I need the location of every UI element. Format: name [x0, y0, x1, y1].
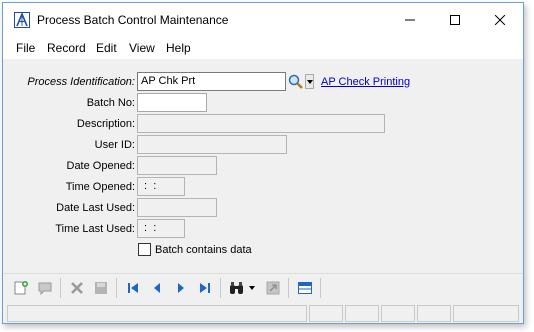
window-title: Process Batch Control Maintenance	[37, 13, 229, 27]
previous-record-button[interactable]	[147, 278, 167, 298]
delete-button[interactable]	[67, 278, 87, 298]
notes-button[interactable]	[35, 278, 55, 298]
lookup-button[interactable]	[288, 73, 303, 90]
time-last-used-label: Time Last Used:	[55, 223, 135, 235]
toolbar-separator	[220, 278, 221, 298]
form-area: Process Identification: AP Chk Prt AP Ch…	[3, 61, 523, 271]
layout-button[interactable]	[295, 278, 315, 298]
export-icon	[266, 281, 280, 295]
process-id-label: Process Identification:	[27, 76, 135, 88]
notes-icon	[38, 282, 52, 296]
batch-contains-data-checkbox[interactable]	[138, 243, 151, 256]
status-pane-6	[453, 305, 519, 322]
user-id-field	[137, 135, 287, 154]
new-record-icon	[14, 281, 28, 295]
time-opened-field: : :	[137, 177, 185, 196]
minimize-icon	[405, 19, 415, 21]
status-pane-4	[381, 305, 415, 322]
maximize-icon	[450, 15, 460, 25]
find-dropdown-button[interactable]	[247, 278, 257, 298]
main-window: Process Batch Control Maintenance File R…	[2, 2, 524, 324]
date-opened-field	[137, 156, 217, 175]
chevron-down-icon	[306, 79, 313, 84]
maximize-button[interactable]	[432, 3, 478, 37]
date-last-used-label: Date Last Used:	[56, 202, 135, 214]
title-bar[interactable]: Process Batch Control Maintenance	[3, 3, 523, 37]
find-button[interactable]	[227, 278, 247, 298]
batch-no-label: Batch No:	[86, 97, 135, 109]
date-opened-label: Date Opened:	[66, 160, 136, 172]
first-record-icon	[128, 283, 138, 293]
batch-contains-data-label: Batch contains data	[155, 244, 252, 256]
date-last-used-field	[137, 198, 217, 217]
batch-no-field[interactable]	[137, 93, 207, 112]
first-record-button[interactable]	[123, 278, 143, 298]
status-pane-5	[417, 305, 451, 322]
lookup-dropdown-button[interactable]	[305, 74, 314, 89]
new-record-button[interactable]	[11, 278, 31, 298]
status-pane-main	[7, 305, 307, 322]
find-dropdown-icon	[249, 286, 255, 290]
toolbar-separator	[60, 278, 61, 298]
toolbar-separator	[320, 278, 321, 298]
user-id-label: User ID:	[94, 139, 135, 151]
find-icon	[230, 282, 243, 294]
abs-logo-icon	[14, 11, 30, 28]
toolbar	[3, 273, 523, 301]
close-icon	[495, 15, 505, 25]
menu-help[interactable]: Help	[164, 41, 193, 55]
menu-record[interactable]: Record	[45, 41, 88, 55]
process-id-field[interactable]: AP Chk Prt	[137, 72, 286, 91]
previous-record-icon	[154, 283, 160, 293]
layout-icon	[298, 282, 312, 294]
next-record-icon	[178, 283, 184, 293]
menu-file[interactable]: File	[14, 41, 37, 55]
toolbar-separator	[288, 278, 289, 298]
description-label: Description:	[76, 118, 135, 130]
time-last-used-field: : :	[137, 219, 185, 238]
magnifier-icon	[288, 74, 303, 89]
menu-view[interactable]: View	[127, 41, 157, 55]
delete-icon	[71, 282, 83, 294]
minimize-button[interactable]	[387, 3, 433, 37]
process-description-link[interactable]: AP Check Printing	[321, 76, 410, 88]
menu-edit[interactable]: Edit	[94, 41, 119, 55]
save-button[interactable]	[91, 278, 111, 298]
status-pane-2	[309, 305, 343, 322]
time-opened-label: Time Opened:	[65, 181, 135, 193]
last-record-icon	[200, 283, 210, 293]
status-bar	[3, 303, 523, 323]
menu-bar: File Record Edit View Help	[3, 37, 523, 59]
toolbar-separator	[116, 278, 117, 298]
close-button[interactable]	[477, 3, 523, 37]
description-field	[137, 114, 385, 133]
next-record-button[interactable]	[171, 278, 191, 298]
export-button[interactable]	[263, 278, 283, 298]
last-record-button[interactable]	[195, 278, 215, 298]
save-icon	[95, 282, 107, 294]
status-pane-3	[345, 305, 379, 322]
